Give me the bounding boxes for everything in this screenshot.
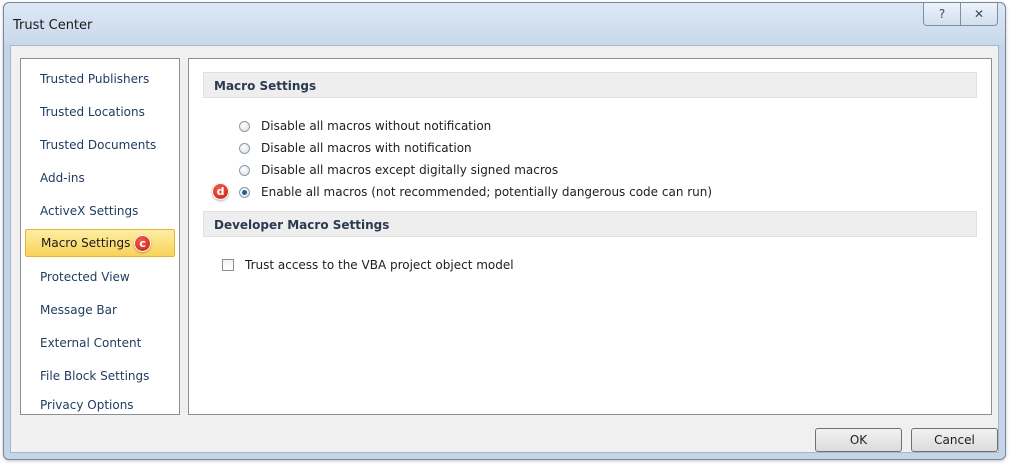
radio-button[interactable] — [239, 164, 250, 176]
sidebar-item-macro-settings[interactable]: Macro Settings c — [25, 229, 175, 257]
sidebar-item-label: Protected View — [40, 270, 130, 284]
title-bar[interactable]: Trust Center ? ✕ — [4, 3, 1005, 45]
sidebar-item-external-content[interactable]: External Content — [25, 329, 175, 357]
dialog-body: Trusted Publishers Trusted Locations Tru… — [10, 45, 999, 453]
callout-marker-c: c — [134, 235, 152, 252]
sidebar-item-label: File Block Settings — [40, 369, 150, 383]
radio-label: Disable all macros except digitally sign… — [261, 163, 559, 177]
radio-button[interactable] — [239, 142, 250, 154]
help-button[interactable]: ? — [924, 3, 960, 25]
sidebar-item-label: Add-ins — [40, 171, 85, 185]
radio-label: Enable all macros (not recommended; pote… — [261, 185, 713, 199]
sidebar-item-protected-view[interactable]: Protected View — [25, 263, 175, 291]
checkbox-label: Trust access to the VBA project object m… — [245, 258, 514, 272]
radio-disable-without-notification[interactable]: Disable all macros without notification — [239, 116, 491, 136]
sidebar-item-privacy-options[interactable]: Privacy Options — [25, 394, 175, 416]
cancel-button[interactable]: Cancel — [911, 428, 998, 452]
callout-marker-d: d — [212, 183, 229, 200]
sidebar-item-activex-settings[interactable]: ActiveX Settings — [25, 197, 175, 225]
sidebar-item-label: Trusted Locations — [40, 105, 145, 119]
settings-panel: Macro Settings Disable all macros withou… — [188, 58, 992, 415]
sidebar-item-file-block-settings[interactable]: File Block Settings — [25, 362, 175, 390]
vba-trust-option[interactable]: Trust access to the VBA project object m… — [222, 255, 514, 275]
sidebar-item-message-bar[interactable]: Message Bar — [25, 296, 175, 324]
sidebar-item-trusted-publishers[interactable]: Trusted Publishers — [25, 65, 175, 93]
close-button[interactable]: ✕ — [960, 3, 997, 25]
sidebar-item-label: Macro Settings — [41, 236, 131, 250]
radio-button[interactable] — [239, 120, 250, 132]
caption-buttons: ? ✕ — [923, 3, 998, 26]
window-title: Trust Center — [13, 18, 93, 33]
macro-settings-header: Macro Settings — [203, 72, 977, 98]
sidebar-item-label: ActiveX Settings — [40, 204, 139, 218]
trust-center-dialog: Trust Center ? ✕ Trusted Publishers Trus… — [3, 2, 1006, 460]
sidebar-item-trusted-documents[interactable]: Trusted Documents — [25, 131, 175, 159]
developer-settings-header: Developer Macro Settings — [203, 211, 977, 237]
radio-disable-with-notification[interactable]: Disable all macros with notification — [239, 138, 472, 158]
sidebar-item-trusted-locations[interactable]: Trusted Locations — [25, 98, 175, 126]
sidebar-item-label: Trusted Documents — [40, 138, 157, 152]
radio-label: Disable all macros with notification — [261, 141, 472, 155]
category-sidebar: Trusted Publishers Trusted Locations Tru… — [20, 58, 180, 415]
sidebar-item-label: External Content — [40, 336, 142, 350]
radio-enable-all-macros[interactable]: d Enable all macros (not recommended; po… — [212, 182, 713, 202]
sidebar-item-label: Privacy Options — [40, 398, 134, 412]
sidebar-item-label: Message Bar — [40, 303, 117, 317]
vba-trust-checkbox[interactable] — [222, 259, 234, 271]
radio-disable-except-signed[interactable]: Disable all macros except digitally sign… — [239, 160, 558, 180]
radio-label: Disable all macros without notification — [261, 119, 492, 133]
sidebar-item-add-ins[interactable]: Add-ins — [25, 164, 175, 192]
ok-button[interactable]: OK — [815, 428, 902, 452]
radio-button-selected[interactable] — [239, 186, 250, 198]
sidebar-item-label: Trusted Publishers — [40, 72, 150, 86]
